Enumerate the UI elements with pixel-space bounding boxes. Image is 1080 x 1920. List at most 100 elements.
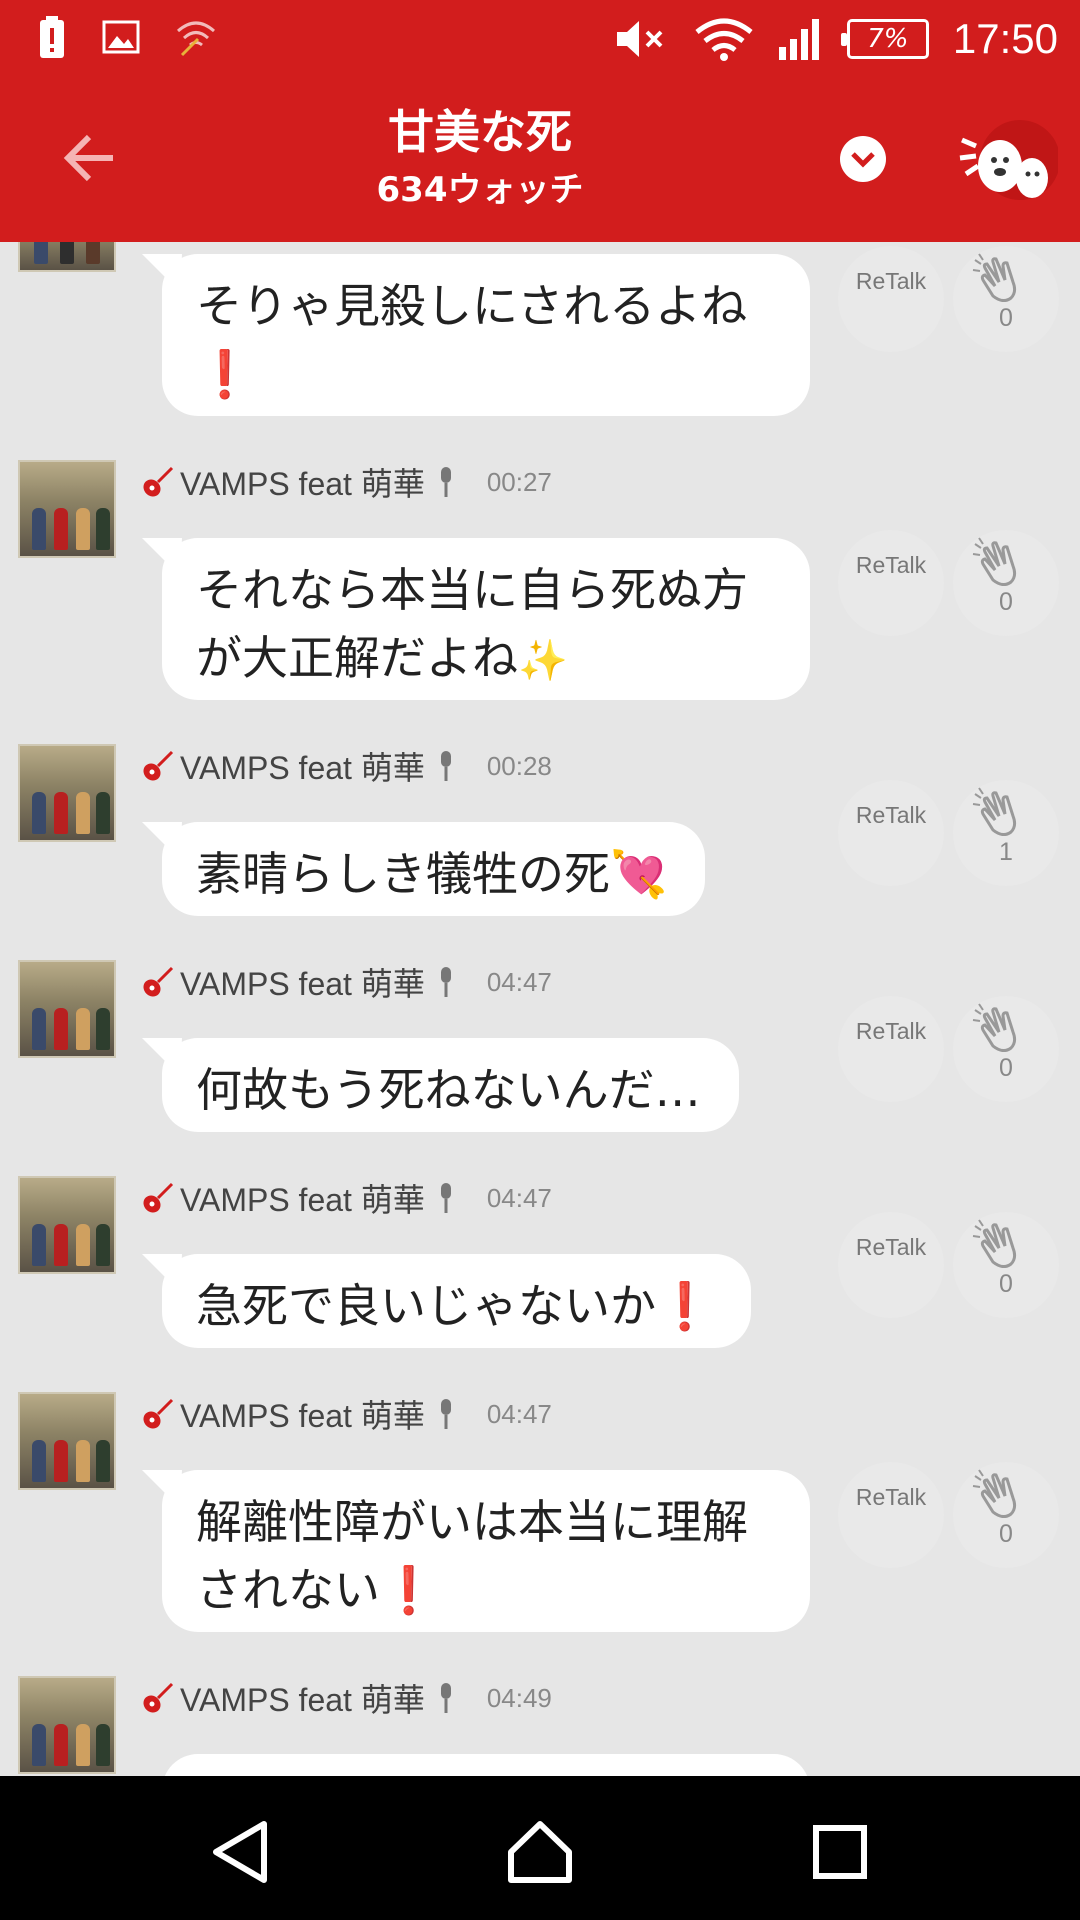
post-time: 04:47: [486, 1398, 552, 1429]
mute-icon: [616, 21, 663, 57]
nav-home-button[interactable]: [500, 1812, 580, 1892]
guitar-icon: [143, 750, 174, 781]
exclamation-emoji: ❗: [656, 1279, 714, 1333]
retalk-button[interactable]: ReTalk: [838, 1462, 944, 1568]
nav-back-button[interactable]: [200, 1812, 280, 1892]
message-text: 何故もう死ねないんだ…: [196, 1063, 701, 1117]
signal-icon: [778, 19, 819, 60]
retalk-button[interactable]: ReTalk: [838, 1212, 944, 1318]
message-bubble[interactable]: そりゃ見殺しにされるよね ❗: [162, 254, 810, 416]
post-meta: VAMPS feat 萌華 00:27: [140, 460, 552, 504]
avatar[interactable]: [18, 460, 116, 558]
clap-count: 1: [999, 838, 1013, 866]
guitar-icon: [143, 466, 174, 497]
message-bubble[interactable]: [162, 1754, 810, 1776]
microphone-icon: [440, 1399, 451, 1429]
mascot-icon: [959, 120, 1060, 200]
message-bubble[interactable]: 素晴らしき犠牲の死💘: [162, 822, 706, 916]
microphone-icon: [440, 1683, 451, 1713]
retalk-button[interactable]: ReTalk: [838, 780, 944, 886]
post-time: 00:27: [486, 466, 552, 497]
retalk-button[interactable]: ReTalk: [838, 996, 944, 1102]
mascot-button[interactable]: [958, 116, 1060, 216]
home-icon: [508, 1821, 572, 1883]
retalk-label: ReTalk: [855, 268, 927, 294]
post-meta: VAMPS feat 萌華 00:28: [140, 744, 552, 788]
message-text: それなら本当に自ら死ぬ方が大正解だよね: [196, 563, 748, 685]
microphone-icon: [440, 1183, 451, 1213]
retalk-label: ReTalk: [855, 1484, 927, 1510]
guitar-icon: [143, 966, 174, 997]
sparkle-emoji: ✨: [518, 638, 568, 684]
avatar[interactable]: [18, 960, 116, 1058]
chevron-down-icon: [851, 152, 875, 168]
retalk-label: ReTalk: [855, 552, 927, 578]
avatar[interactable]: [18, 242, 116, 272]
message-text: そりゃ見殺しにされるよね: [196, 279, 748, 333]
guitar-icon: [143, 1182, 174, 1213]
dropdown-button[interactable]: [840, 136, 886, 182]
microphone-icon: [440, 967, 451, 997]
clap-count: 0: [999, 588, 1013, 616]
nav-recents-button[interactable]: [800, 1812, 880, 1892]
image-icon: [102, 20, 140, 54]
post-time: 04:47: [486, 1182, 552, 1213]
retalk-label: ReTalk: [855, 1018, 927, 1044]
message-text: 素晴らしき犠牲の死: [196, 847, 610, 901]
clap-button[interactable]: 0: [953, 246, 1059, 352]
post-time: 04:47: [486, 966, 552, 997]
message-feed[interactable]: そりゃ見殺しにされるよね ❗ ReTalk 0 VAMPS feat 萌華 00:…: [0, 242, 1080, 1776]
retalk-label: ReTalk: [855, 1234, 927, 1260]
post-time: 00:28: [486, 750, 552, 781]
alert-icon: [40, 16, 64, 58]
post-meta: VAMPS feat 萌華 04:47: [140, 960, 552, 1004]
page-title: 甘美な死: [388, 105, 572, 159]
microphone-icon: [440, 751, 451, 781]
username[interactable]: VAMPS feat 萌華: [180, 459, 425, 505]
username[interactable]: VAMPS feat 萌華: [180, 1175, 425, 1221]
exclamation-emoji: ❗: [380, 1563, 438, 1617]
message-bubble[interactable]: それなら本当に自ら死ぬ方が大正解だよね✨: [162, 538, 810, 700]
username[interactable]: VAMPS feat 萌華: [180, 743, 425, 789]
message-text: 急死で良いじゃないか: [196, 1279, 656, 1333]
guitar-icon: [143, 1682, 174, 1713]
app-header: 甘美な死 634ウォッチ: [0, 78, 1080, 242]
status-bar: 7% 17:50: [0, 0, 1080, 78]
clap-count: 0: [999, 304, 1013, 332]
heart-arrow-emoji: 💘: [610, 847, 668, 901]
retalk-button[interactable]: ReTalk: [838, 246, 944, 352]
clap-button[interactable]: 0: [953, 1462, 1059, 1568]
username[interactable]: VAMPS feat 萌華: [180, 1675, 425, 1721]
post-meta: VAMPS feat 萌華 04:49: [140, 1676, 552, 1720]
clap-count: 0: [999, 1270, 1013, 1298]
message-bubble[interactable]: 解離性障がいは本当に理解されない❗: [162, 1470, 810, 1632]
clap-button[interactable]: 0: [953, 996, 1059, 1102]
battery-icon: 7%: [840, 19, 929, 59]
avatar[interactable]: [18, 744, 116, 842]
post-meta: VAMPS feat 萌華 04:47: [140, 1392, 552, 1436]
clap-icon: [972, 1003, 1017, 1052]
back-triangle-icon: [213, 1821, 267, 1883]
retalk-button[interactable]: ReTalk: [838, 530, 944, 636]
username[interactable]: VAMPS feat 萌華: [180, 1391, 425, 1437]
username[interactable]: VAMPS feat 萌華: [180, 959, 425, 1005]
clap-icon: [972, 537, 1017, 586]
clap-button[interactable]: 1: [953, 780, 1059, 886]
avatar[interactable]: [18, 1392, 116, 1490]
clap-icon: [972, 1469, 1017, 1518]
avatar[interactable]: [18, 1176, 116, 1274]
post-meta: VAMPS feat 萌華 04:47: [140, 1176, 552, 1220]
clap-button[interactable]: 0: [953, 530, 1059, 636]
wifi-off-icon: [177, 21, 215, 57]
watch-count: 634ウォッチ: [376, 170, 584, 210]
clock: 17:50: [952, 15, 1058, 62]
message-bubble[interactable]: 急死で良いじゃないか❗: [162, 1254, 752, 1348]
avatar[interactable]: [18, 1676, 116, 1774]
message-bubble[interactable]: 何故もう死ねないんだ…: [162, 1038, 739, 1132]
clap-button[interactable]: 0: [953, 1212, 1059, 1318]
exclamation-emoji: ❗: [196, 347, 254, 401]
wifi-icon: [695, 18, 753, 61]
clap-icon: [972, 253, 1017, 302]
post-time: 04:49: [486, 1682, 552, 1713]
message-text: 解離性障がいは本当に理解されない: [196, 1495, 748, 1617]
